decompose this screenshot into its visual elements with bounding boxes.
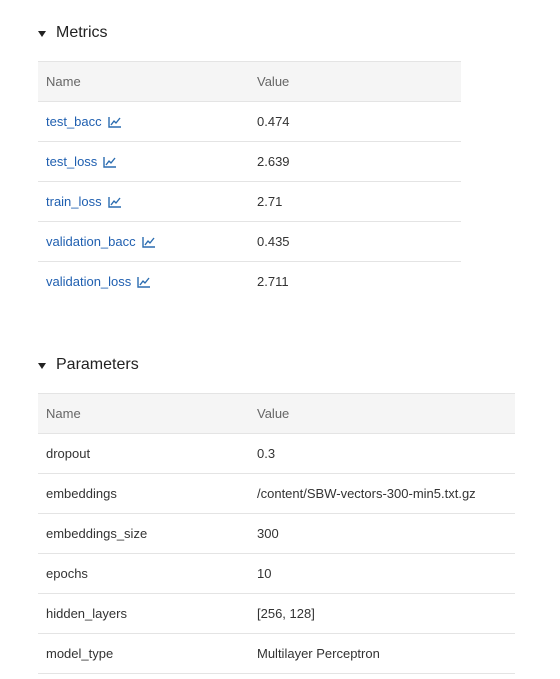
metric-name: test_loss: [46, 154, 98, 169]
metric-link[interactable]: train_loss: [46, 194, 122, 209]
metric-row: train_loss 2.71: [38, 181, 461, 222]
parameter-name: hidden_layers: [38, 593, 249, 634]
caret-down-icon: [38, 362, 46, 369]
metric-name-cell: test_bacc: [38, 101, 249, 142]
parameter-value: 300: [249, 513, 515, 554]
metric-row: test_loss 2.639: [38, 141, 461, 182]
parameter-name: embeddings_size: [38, 513, 249, 554]
metric-link[interactable]: test_bacc: [46, 114, 122, 129]
parameter-value: /content/SBW-vectors-300-min5.txt.gz: [249, 473, 515, 514]
parameter-value: 10: [249, 553, 515, 594]
metrics-table: Name Value test_bacc 0.474 test_loss 2.639 t…: [38, 61, 461, 301]
caret-down-icon: [38, 30, 46, 37]
metric-row: test_bacc 0.474: [38, 101, 461, 142]
metric-link[interactable]: test_loss: [46, 154, 117, 169]
metric-value: 2.639: [249, 141, 461, 182]
parameters-table-body: dropout 0.3 embeddings/content/SBW-vectors…: [38, 433, 515, 674]
metric-value: 2.711: [257, 274, 289, 289]
parameter-name: epochs: [38, 553, 249, 594]
metric-name-cell: test_loss: [38, 141, 249, 182]
metrics-section: Metrics Name Value test_bacc 0.474 test_lo…: [38, 20, 461, 301]
metric-name-cell: validation_loss: [38, 262, 249, 302]
metric-name-cell: validation_bacc: [38, 221, 249, 262]
column-header-value: Value: [249, 393, 515, 434]
parameters-section-toggle[interactable]: Parameters: [38, 352, 515, 378]
line-chart-icon[interactable]: [103, 156, 117, 168]
metric-link[interactable]: validation_bacc: [46, 234, 156, 249]
table-header-row: Name Value: [38, 61, 461, 102]
parameter-value: 0.3: [249, 433, 515, 474]
metric-value: 0.474: [249, 101, 461, 142]
parameters-table: Name Value dropout 0.3 embeddings/content/…: [38, 393, 515, 674]
parameter-value: Multilayer Perceptron: [249, 633, 515, 674]
parameter-row: hidden_layers [256, 128]: [38, 593, 515, 634]
parameter-name: embeddings: [38, 473, 249, 514]
line-chart-icon[interactable]: [137, 276, 151, 288]
metrics-table-body: test_bacc 0.474 test_loss 2.639 train_loss 2.…: [38, 101, 461, 302]
metric-name-cell: train_loss: [38, 181, 249, 222]
parameter-row: embeddings_size 300: [38, 513, 515, 554]
line-chart-icon[interactable]: [141, 236, 156, 248]
parameter-row: dropout 0.3: [38, 433, 515, 474]
column-header-name: Name: [38, 61, 249, 102]
metric-name: test_bacc: [46, 114, 102, 129]
parameter-row: model_type Multilayer Perceptron: [38, 633, 515, 674]
metrics-section-title: Metrics: [56, 24, 108, 41]
column-header-name: Name: [38, 393, 249, 434]
metric-row: validation_bacc 0.435: [38, 221, 461, 262]
column-header-value: Value: [249, 61, 461, 102]
metric-name: validation_loss: [46, 274, 132, 289]
parameter-value: [256, 128]: [249, 593, 515, 634]
parameter-name: model_type: [38, 633, 249, 674]
parameter-row: embeddings/content/SBW-vectors-300-min5.…: [38, 473, 515, 514]
metrics-section-toggle[interactable]: Metrics: [38, 20, 461, 46]
metric-row: validation_loss 2.711: [38, 262, 461, 302]
metric-name: train_loss: [46, 194, 102, 209]
parameters-section: Parameters Name Value dropout 0.3 embeddin…: [38, 352, 515, 674]
metric-value: 0.435: [249, 221, 461, 262]
metric-value: 2.71: [249, 181, 461, 222]
metric-name: validation_bacc: [46, 234, 136, 249]
metric-link[interactable]: validation_loss: [46, 274, 151, 289]
table-header-row: Name Value: [38, 393, 515, 434]
line-chart-icon[interactable]: [107, 196, 122, 208]
parameter-name: dropout: [38, 433, 249, 474]
parameters-section-title: Parameters: [56, 356, 139, 373]
line-chart-icon[interactable]: [107, 116, 122, 128]
parameter-row: epochs 10: [38, 553, 515, 594]
